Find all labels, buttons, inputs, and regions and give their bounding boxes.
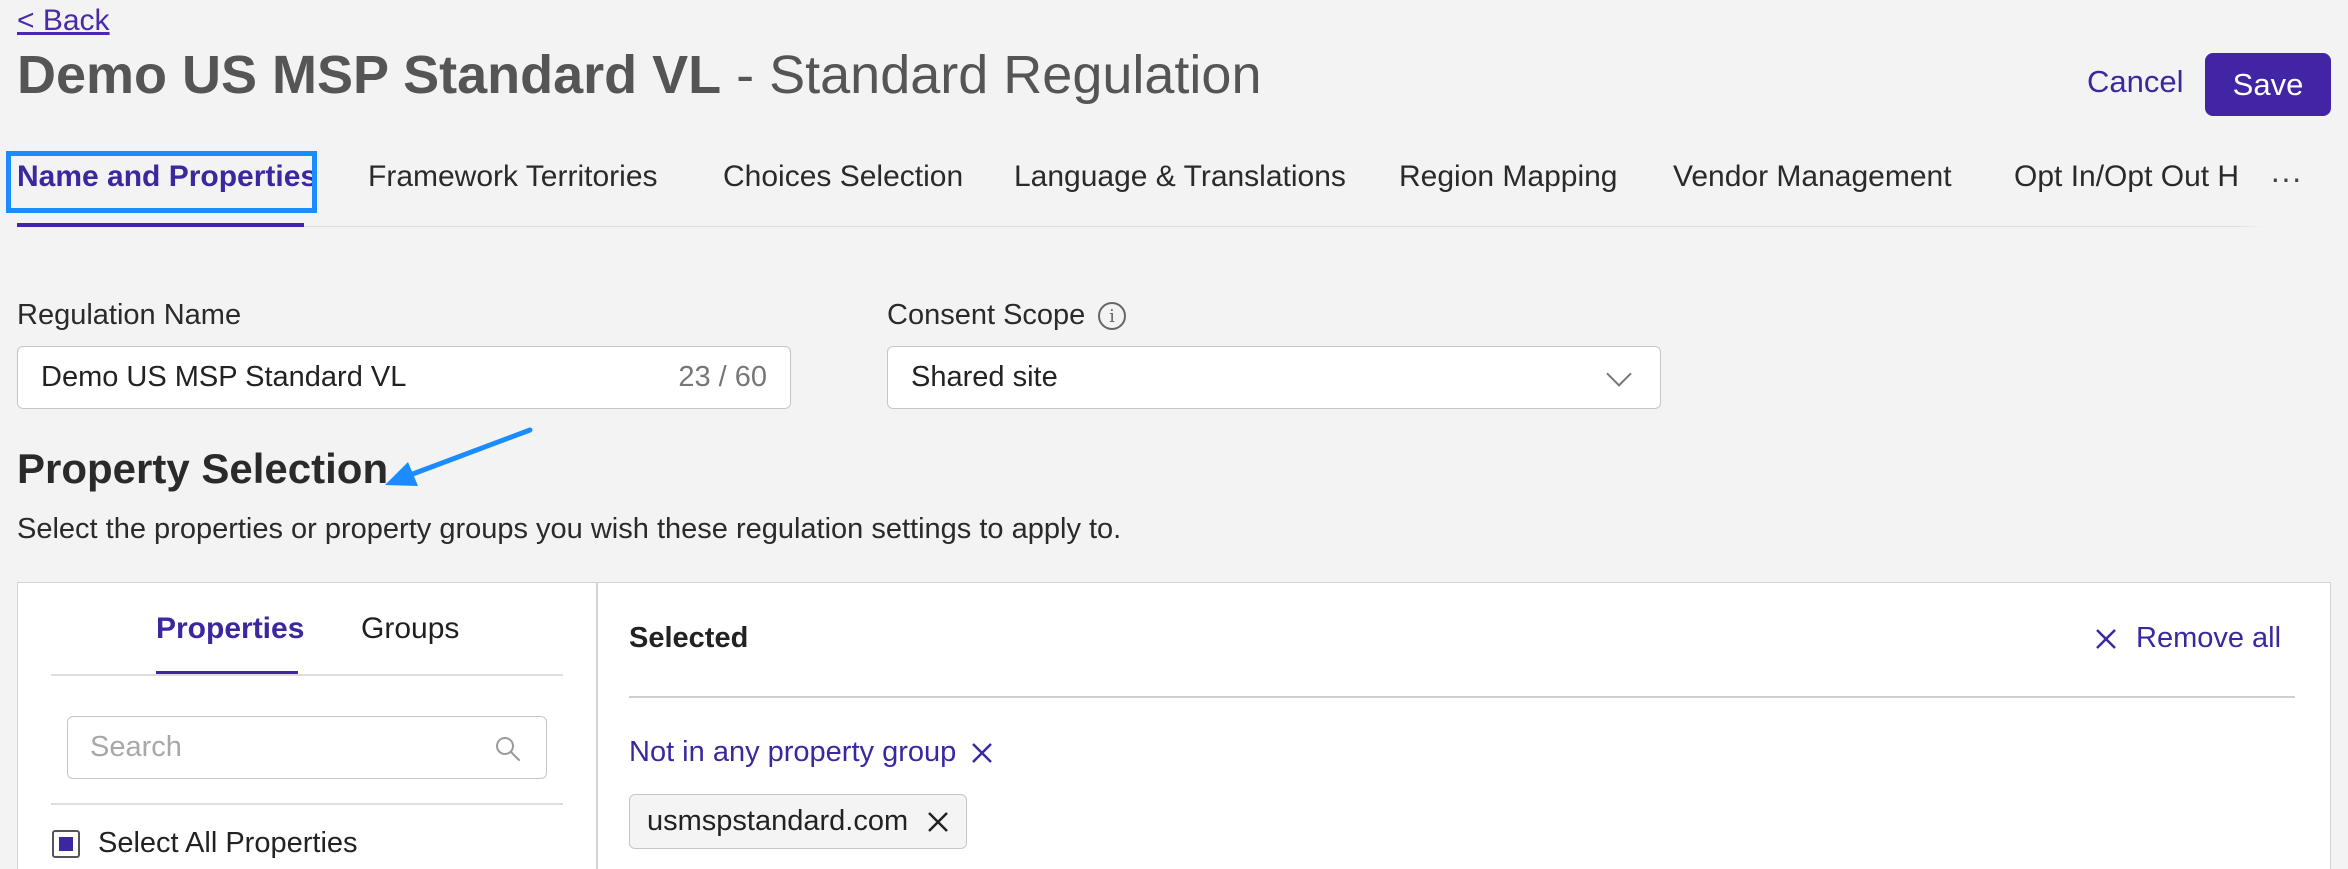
search-icon [496, 737, 520, 761]
group-label: Not in any property group [629, 736, 957, 768]
select-all-label: Select All Properties [98, 827, 358, 859]
search-input[interactable] [90, 717, 490, 778]
active-tab-highlight [6, 151, 317, 213]
left-tabs-divider [51, 674, 563, 676]
search-field[interactable] [67, 716, 547, 779]
tab-language-translations[interactable]: Language & Translations [1014, 160, 1346, 194]
remove-all-button[interactable]: Remove all [2094, 622, 2281, 655]
back-link[interactable]: < Back [17, 4, 110, 38]
consent-scope-value: Shared site [911, 361, 1058, 393]
search-divider [51, 803, 563, 805]
more-tabs-button[interactable]: ··· [2270, 160, 2302, 197]
tab-properties[interactable]: Properties [156, 612, 304, 646]
tab-region-mapping[interactable]: Region Mapping [1399, 160, 1617, 194]
active-tab-underline [17, 223, 304, 227]
indeterminate-mark [59, 837, 73, 851]
property-chip[interactable]: usmspstandard.com [629, 794, 968, 849]
regulation-name-value: Demo US MSP Standard VL [41, 361, 407, 393]
tab-groups[interactable]: Groups [361, 612, 459, 646]
regulation-name-input[interactable]: Demo US MSP Standard VL 23 / 60 [17, 346, 791, 409]
remove-all-label: Remove all [2136, 622, 2282, 654]
cancel-button[interactable]: Cancel [2087, 64, 2184, 100]
tab-bar: Name and Properties Framework Territorie… [0, 136, 2348, 228]
selected-title: Selected [629, 622, 749, 654]
page-title-suffix: - Standard Regulation [721, 45, 1262, 105]
regulation-name-label: Regulation Name [17, 299, 242, 331]
info-icon[interactable]: i [1098, 302, 1126, 330]
group-filter-tag[interactable]: Not in any property group [629, 736, 994, 769]
close-icon [2096, 628, 2116, 649]
tab-vendor-management[interactable]: Vendor Management [1673, 160, 1952, 194]
save-button[interactable]: Save [2205, 53, 2331, 116]
tab-choices-selection[interactable]: Choices Selection [723, 160, 963, 194]
tab-bar-divider [17, 226, 2348, 227]
annotation-arrow-icon [385, 427, 533, 486]
close-icon[interactable] [926, 810, 950, 834]
close-icon[interactable] [970, 741, 994, 765]
selected-divider [629, 696, 2295, 698]
chevron-down-icon [1606, 360, 1632, 387]
consent-scope-select[interactable]: Shared site [887, 346, 1661, 409]
tab-opt-in-opt-out[interactable]: Opt In/Opt Out H [2014, 160, 2239, 194]
property-chip-label: usmspstandard.com [647, 805, 909, 837]
tab-framework-territories[interactable]: Framework Territories [368, 160, 658, 194]
page-title-name: Demo US MSP Standard VL [17, 45, 722, 105]
property-selection-heading: Property Selection [17, 445, 389, 492]
property-selection-description: Select the properties or property groups… [17, 513, 1122, 545]
page-title: Demo US MSP Standard VL - Standard Regul… [17, 44, 1261, 106]
consent-scope-label: Consent Scope [887, 299, 1086, 331]
select-all-checkbox[interactable] [52, 830, 80, 858]
panel-divider [596, 583, 598, 869]
character-count: 23 / 60 [678, 361, 767, 393]
